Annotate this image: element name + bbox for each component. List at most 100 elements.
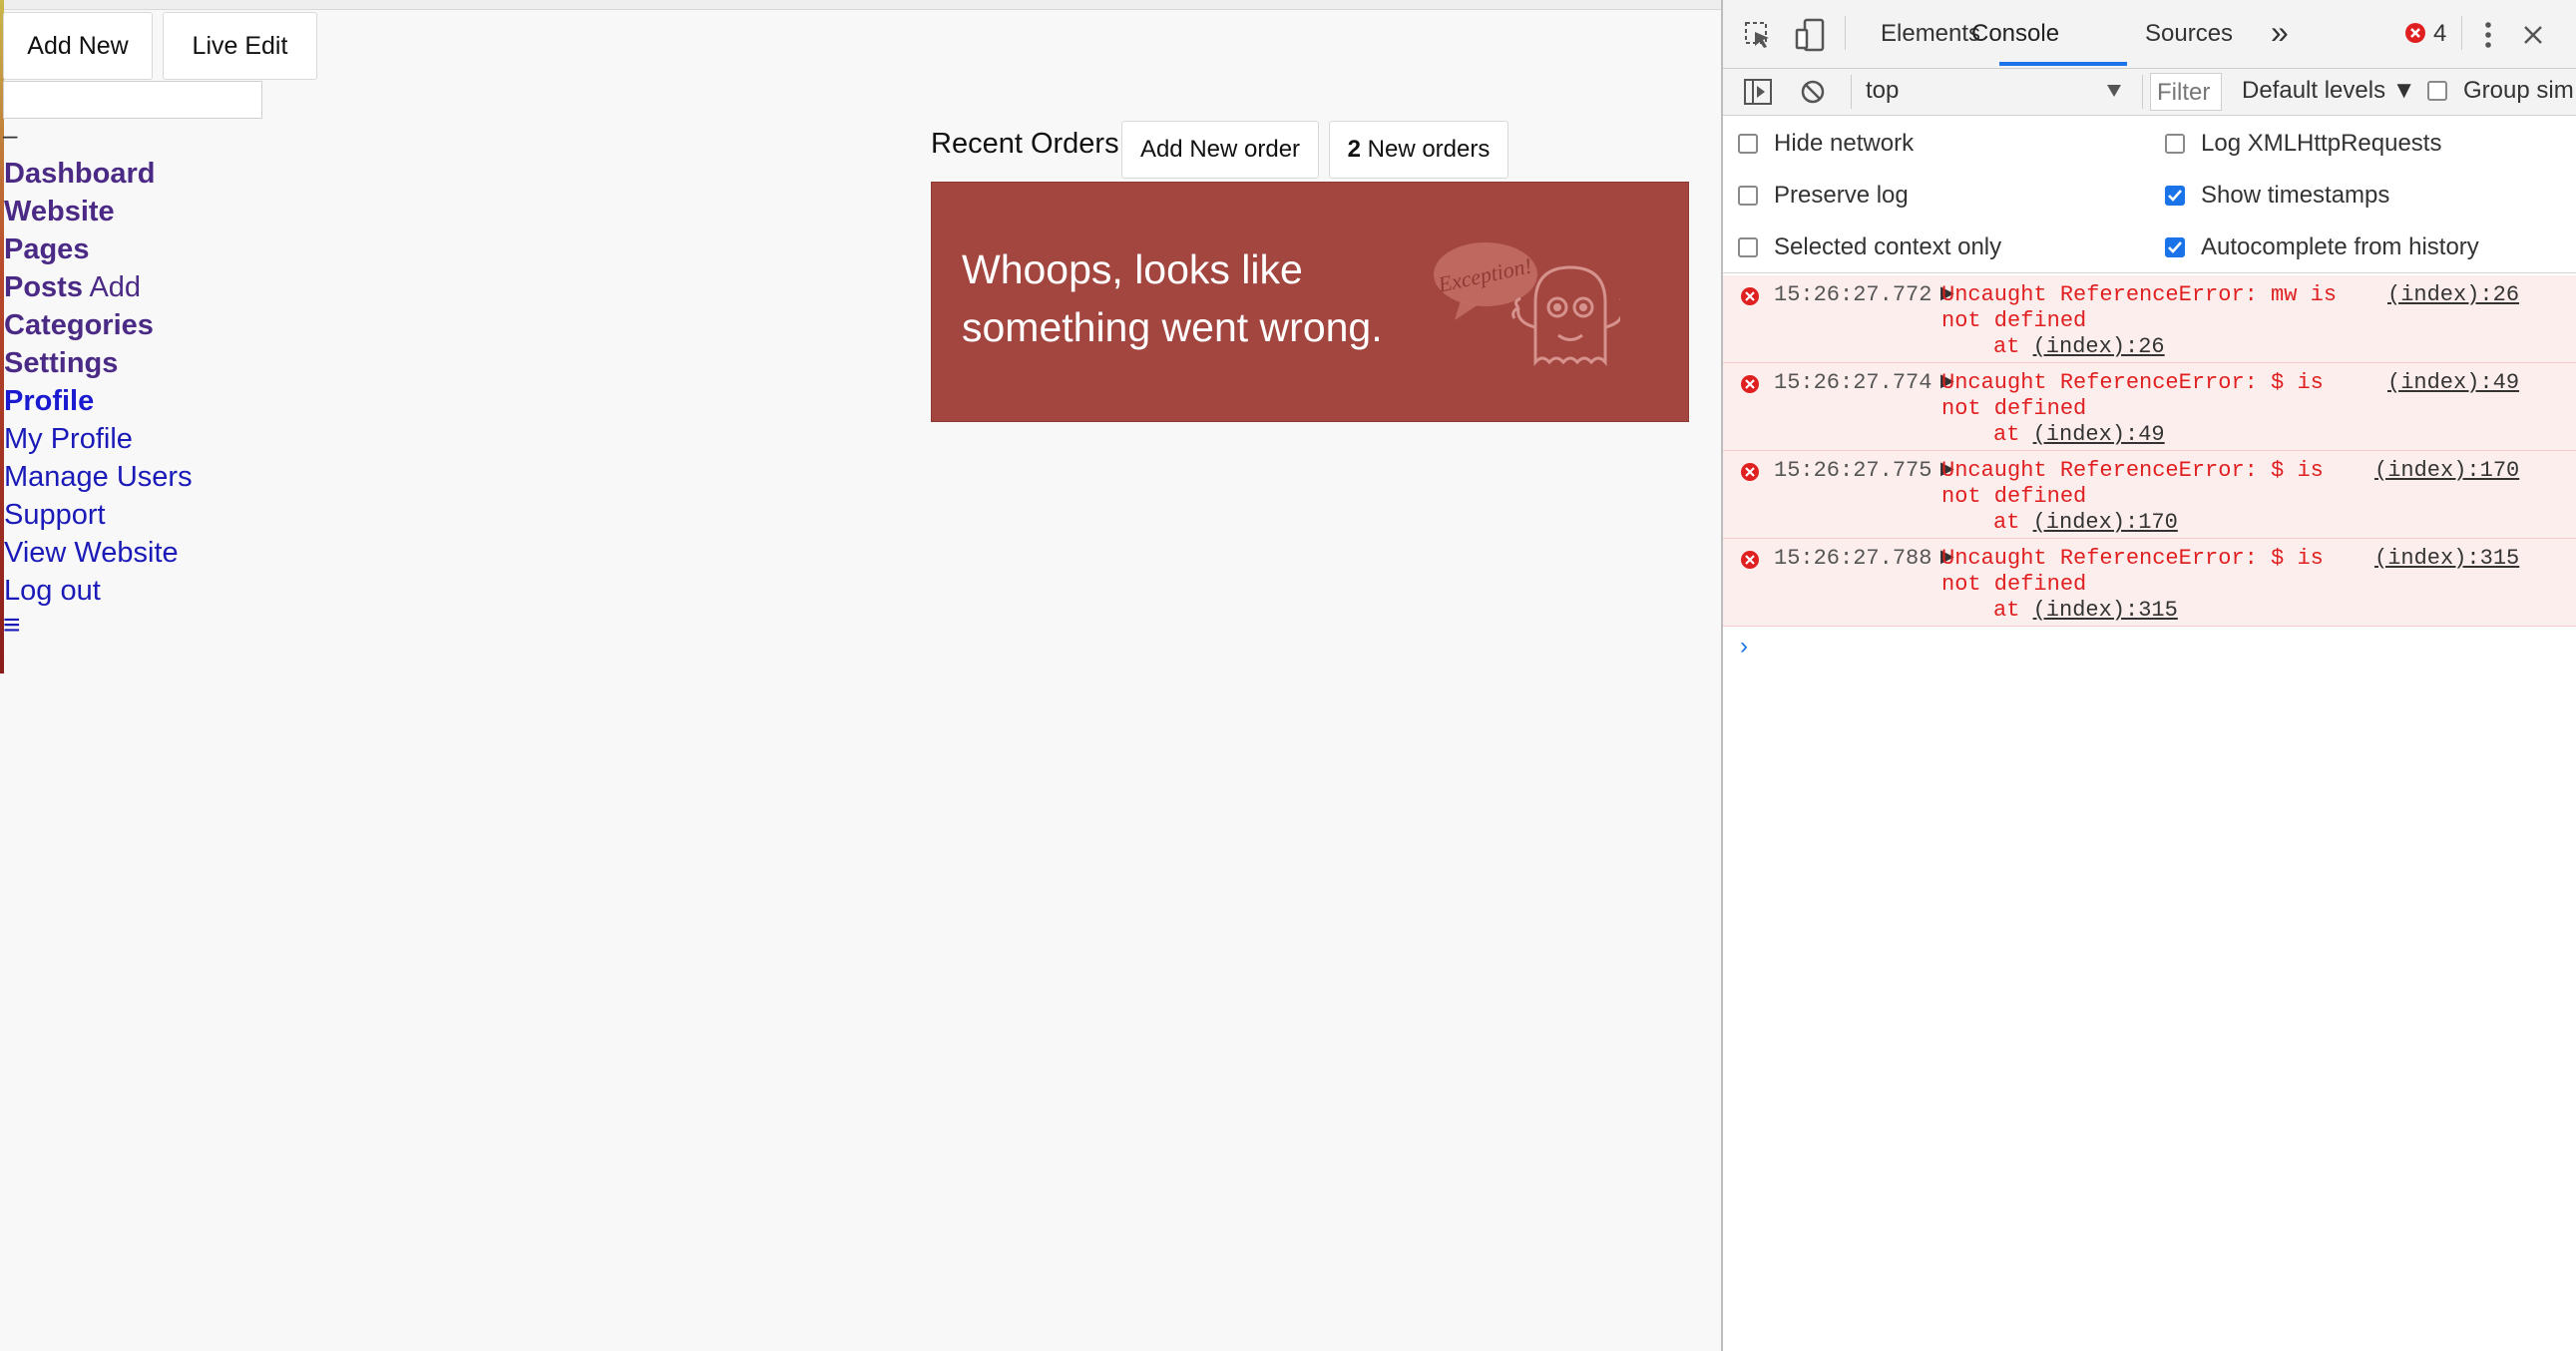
stack-frame-link[interactable]: (index):315 xyxy=(2033,598,2178,623)
log-xhr-setting[interactable]: Log XMLHttpRequests xyxy=(2165,130,2441,158)
new-orders-count: 2 xyxy=(1347,136,1361,163)
log-timestamp: 15:26:27.775 xyxy=(1774,458,1932,483)
hamburger-menu-icon[interactable]: ≡ xyxy=(3,611,21,641)
autocomplete-label: Autocomplete from history xyxy=(2201,233,2479,260)
preserve-log-setting[interactable]: Preserve log xyxy=(1738,182,1909,210)
error-icon xyxy=(1741,287,1759,305)
log-source-link[interactable]: (index):49 xyxy=(2387,370,2519,396)
tab-console[interactable]: Console xyxy=(1971,20,2059,48)
kebab-menu-icon[interactable] xyxy=(2481,20,2495,50)
new-orders-label: New orders xyxy=(1360,136,1491,163)
inspect-element-icon[interactable] xyxy=(1743,20,1773,50)
sidebar-toggle-icon[interactable] xyxy=(1743,78,1773,106)
error-icon xyxy=(1741,463,1759,481)
show-timestamps-setting[interactable]: Show timestamps xyxy=(2165,182,2389,210)
stack-frame: at (index):26 xyxy=(1993,334,2165,360)
console-error-row[interactable]: 15:26:27.775 ▶ Uncaught ReferenceError: … xyxy=(1723,451,2576,539)
stack-frame: at (index):49 xyxy=(1993,422,2165,448)
selected-context-label: Selected context only xyxy=(1774,233,2002,260)
nav-pages[interactable]: Pages xyxy=(4,233,89,265)
hide-network-checkbox[interactable] xyxy=(1738,134,1758,154)
console-error-row[interactable]: 15:26:27.772 ▶ Uncaught ReferenceError: … xyxy=(1723,275,2576,363)
nav-dashboard[interactable]: Dashboard xyxy=(4,158,155,190)
log-xhr-checkbox[interactable] xyxy=(2165,134,2185,154)
log-levels-dropdown[interactable]: Default levels ▼ xyxy=(2242,77,2416,105)
stack-frame-link[interactable]: (index):49 xyxy=(2033,422,2165,447)
log-xhr-label: Log XMLHttpRequests xyxy=(2201,130,2442,157)
log-message: Uncaught ReferenceError: $ is not define… xyxy=(1941,458,2324,510)
tab-elements[interactable]: Elements xyxy=(1881,20,1980,48)
preserve-log-label: Preserve log xyxy=(1774,182,1909,209)
nav-my-profile[interactable]: My Profile xyxy=(4,423,133,455)
tab-sources[interactable]: Sources xyxy=(2145,20,2233,48)
nav-posts[interactable]: Posts xyxy=(4,271,83,303)
add-new-button[interactable]: Add New xyxy=(3,12,153,80)
selected-context-checkbox[interactable] xyxy=(1738,237,1758,257)
devtools-tabbar: Elements Console Sources » 4 xyxy=(1723,0,2576,69)
exception-panel: Whoops, looks like something went wrong.… xyxy=(931,182,1689,422)
stack-frame-link[interactable]: (index):170 xyxy=(2033,510,2178,535)
log-message-text: Uncaught ReferenceError: $ is not define… xyxy=(1941,370,2324,421)
nav-view-website[interactable]: View Website xyxy=(4,537,179,569)
ghost-exception-icon: Exception! xyxy=(1434,242,1620,366)
at-prefix: at xyxy=(1993,334,2033,359)
console-toolbar: top Filter Default levels ▼ Group sim xyxy=(1723,69,2576,116)
at-prefix: at xyxy=(1993,422,2033,447)
tabbar-separator-2 xyxy=(2461,16,2462,50)
close-devtools-icon[interactable] xyxy=(2522,24,2544,46)
nav-settings[interactable]: Settings xyxy=(4,347,118,379)
device-toolbar-icon[interactable] xyxy=(1795,18,1827,52)
add-new-order-button[interactable]: Add New order xyxy=(1121,121,1319,179)
selected-context-setting[interactable]: Selected context only xyxy=(1738,233,2001,261)
new-orders-button[interactable]: 2 New orders xyxy=(1329,121,1508,179)
hide-network-label: Hide network xyxy=(1774,130,1915,157)
page-top-border xyxy=(0,0,1721,10)
log-message: Uncaught ReferenceError: $ is not define… xyxy=(1941,546,2324,598)
web-page: Add New Live Edit – Dashboard Website Pa… xyxy=(0,0,1721,1351)
hide-network-setting[interactable]: Hide network xyxy=(1738,130,1914,158)
recent-orders-title: Recent Orders xyxy=(931,128,1119,160)
search-input[interactable] xyxy=(3,81,262,119)
context-dropdown-icon[interactable] xyxy=(2106,84,2122,98)
log-source-link[interactable]: (index):170 xyxy=(2374,458,2519,484)
collapse-dash[interactable]: – xyxy=(3,120,17,151)
log-source-link[interactable]: (index):26 xyxy=(2387,282,2519,308)
stack-frame: at (index):315 xyxy=(1993,598,2178,624)
preserve-log-checkbox[interactable] xyxy=(1738,186,1758,206)
nav-posts-add[interactable]: Add xyxy=(89,271,141,303)
console-error-row[interactable]: 15:26:27.788 ▶ Uncaught ReferenceError: … xyxy=(1723,539,2576,627)
nav-support[interactable]: Support xyxy=(4,499,106,531)
error-icon xyxy=(1741,375,1759,393)
group-similar-setting[interactable]: Group sim xyxy=(2427,77,2574,105)
error-count-icon[interactable] xyxy=(2404,22,2426,44)
show-timestamps-checkbox[interactable] xyxy=(2165,186,2185,206)
log-source-link[interactable]: (index):315 xyxy=(2374,546,2519,572)
nav-profile[interactable]: Profile xyxy=(4,385,94,417)
console-messages: 15:26:27.772 ▶ Uncaught ReferenceError: … xyxy=(1723,275,2576,627)
nav-log-out[interactable]: Log out xyxy=(4,575,101,607)
group-similar-checkbox[interactable] xyxy=(2427,81,2447,101)
context-selector[interactable]: top xyxy=(1866,77,1899,105)
log-message: Uncaught ReferenceError: mw is not defin… xyxy=(1941,282,2337,334)
group-similar-label: Group sim xyxy=(2463,77,2574,104)
log-message-text: Uncaught ReferenceError: $ is not define… xyxy=(1941,458,2324,509)
log-timestamp: 15:26:27.788 xyxy=(1774,546,1932,571)
live-edit-button[interactable]: Live Edit xyxy=(163,12,317,80)
checkmark-icon xyxy=(2168,241,2182,253)
error-icon xyxy=(1741,551,1759,569)
at-prefix: at xyxy=(1993,510,2033,535)
console-error-row[interactable]: 15:26:27.774 ▶ Uncaught ReferenceError: … xyxy=(1723,363,2576,451)
clear-console-icon[interactable] xyxy=(1800,79,1826,105)
console-prompt[interactable]: › xyxy=(1740,633,1748,661)
log-message-text: Uncaught ReferenceError: mw is not defin… xyxy=(1941,282,2338,333)
filter-input[interactable]: Filter xyxy=(2150,73,2222,111)
autocomplete-checkbox[interactable] xyxy=(2165,237,2185,257)
error-count[interactable]: 4 xyxy=(2433,20,2446,48)
nav-website[interactable]: Website xyxy=(4,196,115,227)
nav-manage-users[interactable]: Manage Users xyxy=(4,461,193,493)
nav-categories[interactable]: Categories xyxy=(4,309,154,341)
more-tabs-icon[interactable]: » xyxy=(2271,14,2289,51)
autocomplete-setting[interactable]: Autocomplete from history xyxy=(2165,233,2479,261)
log-timestamp: 15:26:27.772 xyxy=(1774,282,1932,307)
stack-frame-link[interactable]: (index):26 xyxy=(2033,334,2165,359)
